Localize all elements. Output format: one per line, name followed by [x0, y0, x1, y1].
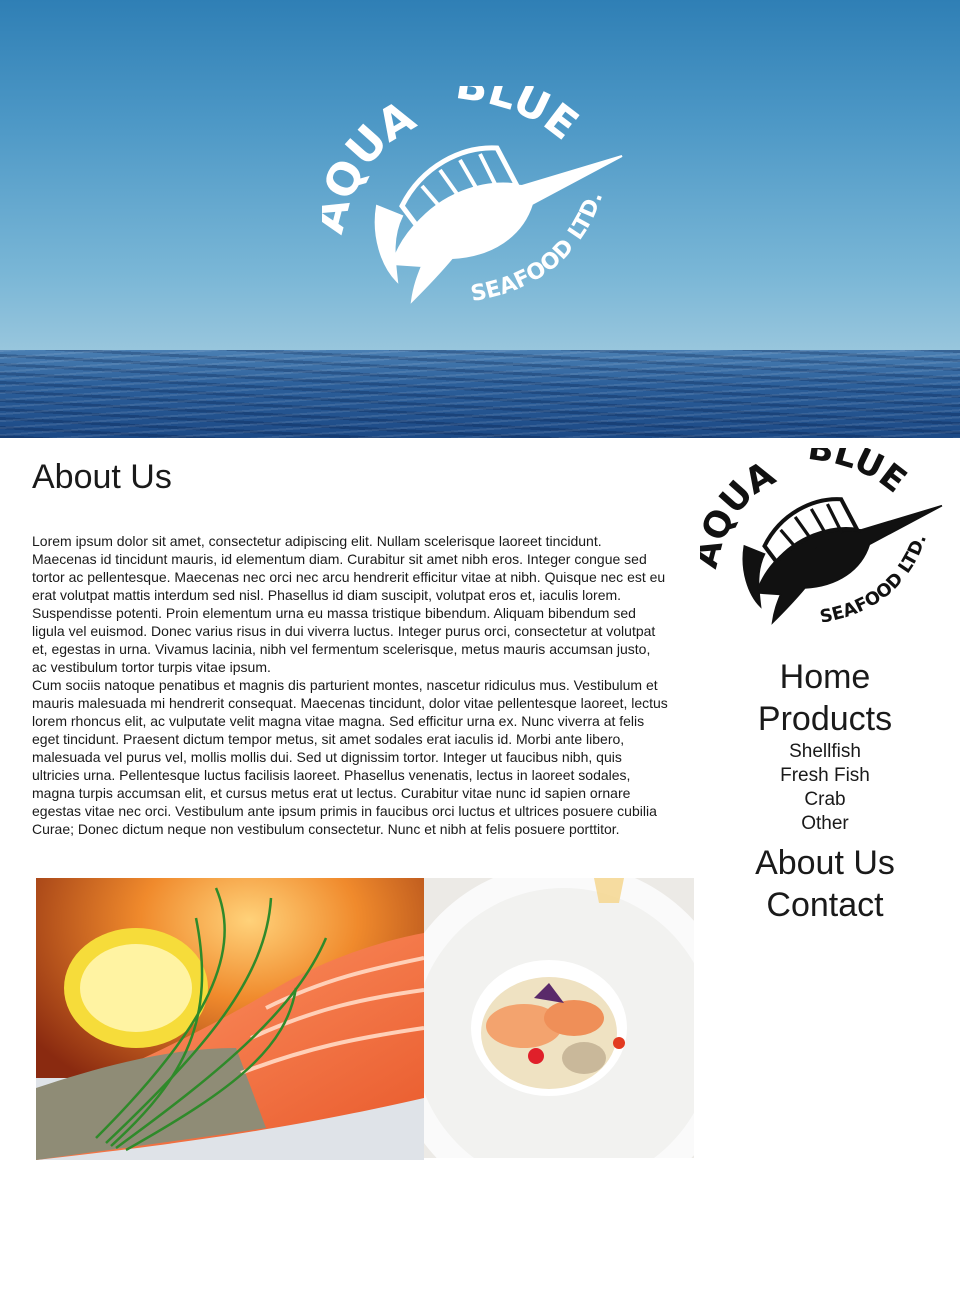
nav-home[interactable]: Home [720, 656, 930, 698]
nav-products[interactable]: Products [720, 698, 930, 740]
photo-gallery [36, 878, 694, 1160]
hero-logo: AQUA BLUE SEAFOOD LTD. [303, 59, 632, 326]
salmon-photo [36, 878, 424, 1160]
hero-banner: AQUA BLUE SEAFOOD LTD. [0, 0, 960, 438]
paragraph: Lorem ipsum dolor sit amet, consectetur … [32, 533, 666, 675]
sidebar-logo[interactable]: AQUA BLUE SEAFOOD LTD. [685, 428, 950, 644]
main-navigation: Home Products Shellfish Fresh Fish Crab … [720, 656, 930, 926]
about-body-text: Lorem ipsum dolor sit amet, consectetur … [32, 532, 668, 838]
page-title: About Us [32, 458, 172, 496]
nav-about-us[interactable]: About Us [720, 842, 930, 884]
seafood-dish-photo [424, 878, 694, 1158]
marlin-logo-icon: AQUA BLUE SEAFOOD LTD. [685, 428, 943, 628]
svg-text:BLUE: BLUE [453, 86, 588, 150]
nav-shellfish[interactable]: Shellfish [720, 740, 930, 764]
nav-contact[interactable]: Contact [720, 884, 930, 926]
paragraph: Cum sociis natoque penatibus et magnis d… [32, 677, 668, 837]
svg-text:BLUE: BLUE [805, 448, 913, 500]
ocean-waves [0, 350, 960, 438]
marlin-logo-icon: AQUA BLUE SEAFOOD LTD. [303, 59, 623, 307]
nav-crab[interactable]: Crab [720, 788, 930, 812]
nav-other[interactable]: Other [720, 812, 930, 836]
nav-fresh-fish[interactable]: Fresh Fish [720, 764, 930, 788]
